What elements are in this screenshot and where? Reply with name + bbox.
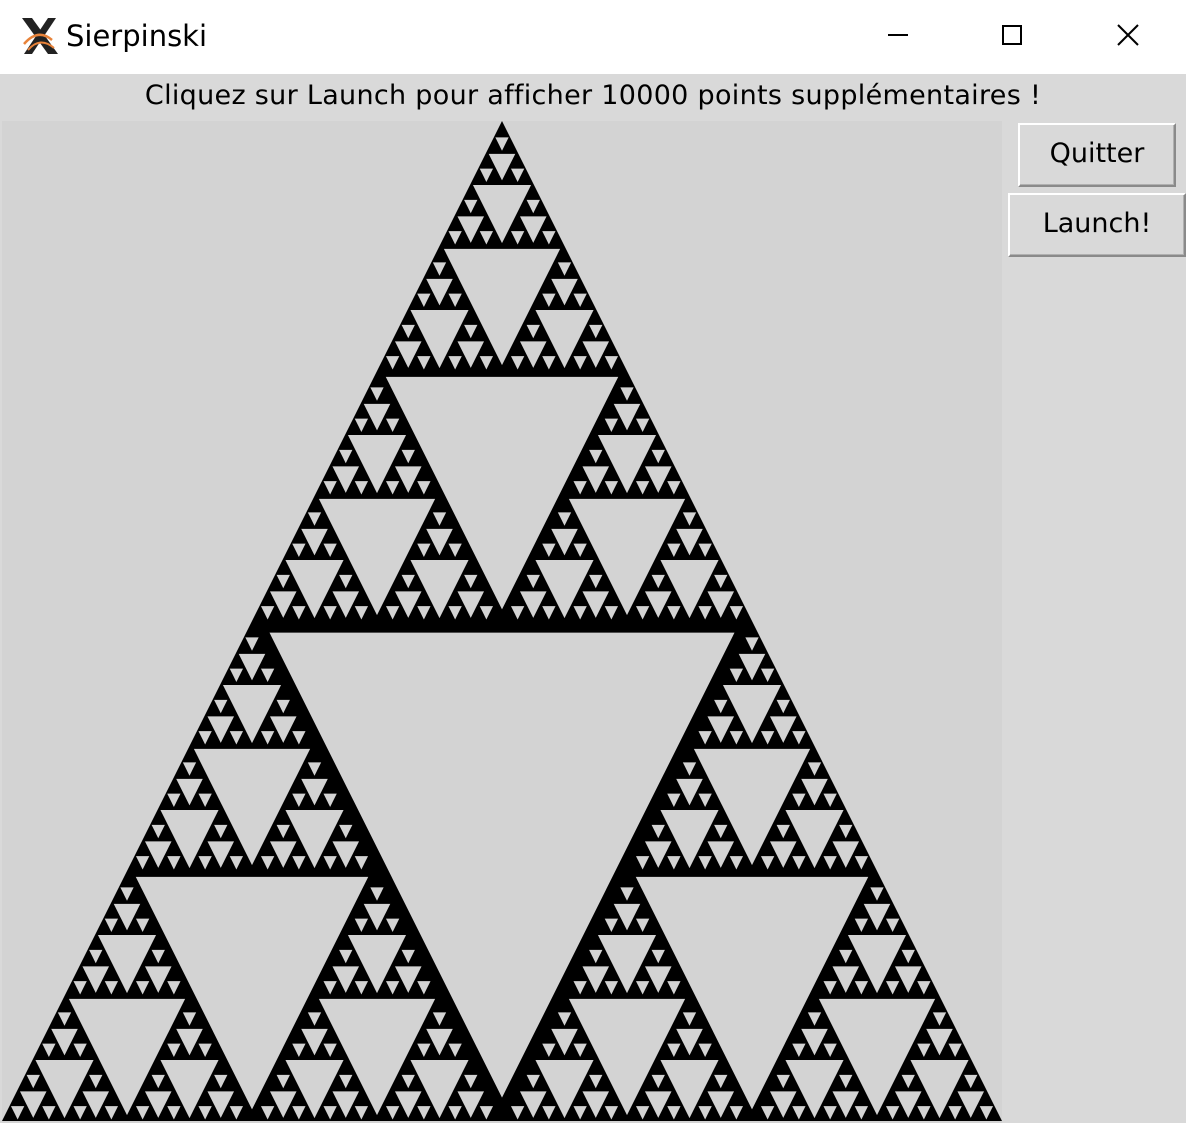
sierpinski-triangle — [2, 121, 1002, 1121]
app-window: Sierpinski Cliquez sur Launch pour affic… — [0, 0, 1186, 1123]
instruction-label: Cliquez sur Launch pour afficher 10000 p… — [144, 80, 1042, 111]
close-icon — [1117, 24, 1139, 46]
maximize-icon — [1002, 25, 1022, 45]
quit-button[interactable]: Quitter — [1018, 123, 1176, 187]
maximize-button[interactable] — [954, 0, 1070, 70]
window-title: Sierpinski — [66, 19, 208, 53]
fractal-canvas[interactable] — [2, 121, 1002, 1123]
x11-icon — [22, 18, 58, 54]
close-button[interactable] — [1070, 0, 1186, 70]
title-bar[interactable]: Sierpinski — [0, 0, 1186, 74]
client-area: Cliquez sur Launch pour afficher 10000 p… — [0, 74, 1186, 1123]
launch-button[interactable]: Launch! — [1008, 193, 1186, 257]
minimize-icon — [888, 34, 908, 36]
minimize-button[interactable] — [840, 0, 956, 70]
